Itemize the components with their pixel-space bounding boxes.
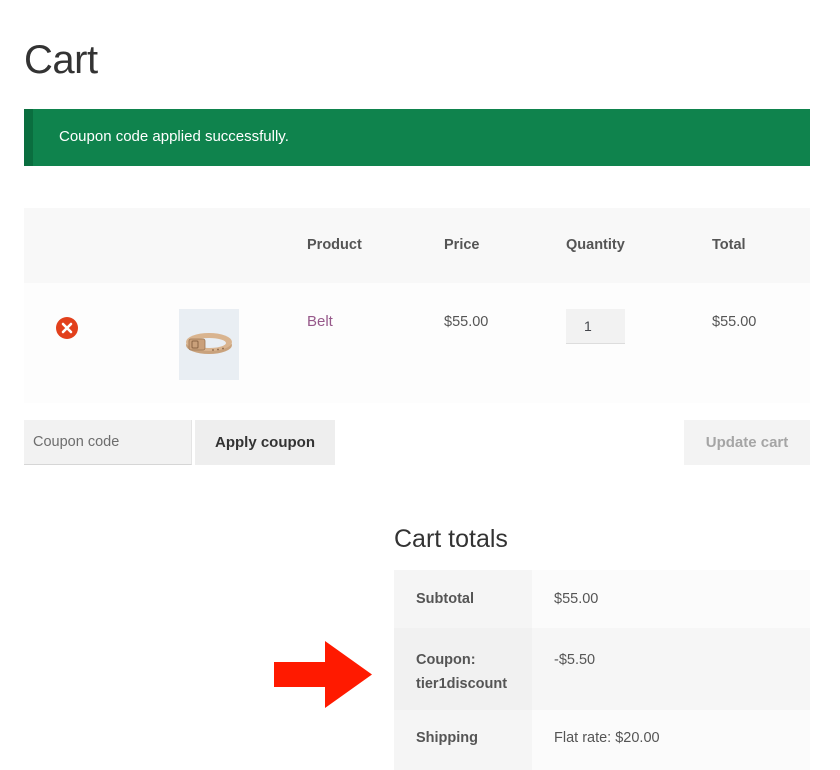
row-price: $55.00 <box>444 314 489 330</box>
page-title: Cart <box>24 38 98 82</box>
table-row: Belt $55.00 $55.00 <box>24 283 810 403</box>
coupon-label: Coupon: tier1discount <box>394 628 532 710</box>
coupon-label-prefix: Coupon: <box>416 652 476 668</box>
cart-totals-table: Subtotal $55.00 Coupon: tier1discount -$… <box>394 570 810 770</box>
right-arrow-icon <box>274 641 372 708</box>
coupon-code-name: tier1discount <box>416 676 508 692</box>
remove-item-icon[interactable] <box>56 317 78 339</box>
totals-row-subtotal: Subtotal $55.00 <box>394 570 810 628</box>
header-total: Total <box>712 237 746 253</box>
quantity-input[interactable] <box>566 309 625 344</box>
coupon-code-input[interactable] <box>24 420 192 465</box>
cart-table: Product Price Quantity Total Belt $55.00… <box>24 208 810 403</box>
product-thumbnail[interactable] <box>179 309 239 380</box>
header-product: Product <box>307 237 362 253</box>
update-cart-button[interactable]: Update cart <box>684 420 810 465</box>
cart-totals-title: Cart totals <box>394 525 508 553</box>
subtotal-label: Subtotal <box>394 570 532 628</box>
totals-row-shipping: Shipping Flat rate: $20.00 <box>394 710 810 770</box>
shipping-label: Shipping <box>394 710 532 770</box>
shipping-value: Flat rate: $20.00 <box>532 710 810 770</box>
belt-image-icon <box>186 333 232 354</box>
row-total: $55.00 <box>712 314 757 330</box>
apply-coupon-button[interactable]: Apply coupon <box>195 420 335 465</box>
coupon-value: -$5.50 <box>532 628 810 710</box>
product-link-belt[interactable]: Belt <box>307 313 333 330</box>
notice-message: Coupon code applied successfully. <box>59 128 289 145</box>
header-price: Price <box>444 237 480 253</box>
cart-table-header: Product Price Quantity Total <box>24 208 810 283</box>
subtotal-value: $55.00 <box>532 570 810 628</box>
totals-row-coupon: Coupon: tier1discount -$5.50 <box>394 628 810 710</box>
header-quantity: Quantity <box>566 237 625 253</box>
success-notice: Coupon code applied successfully. <box>24 109 810 166</box>
